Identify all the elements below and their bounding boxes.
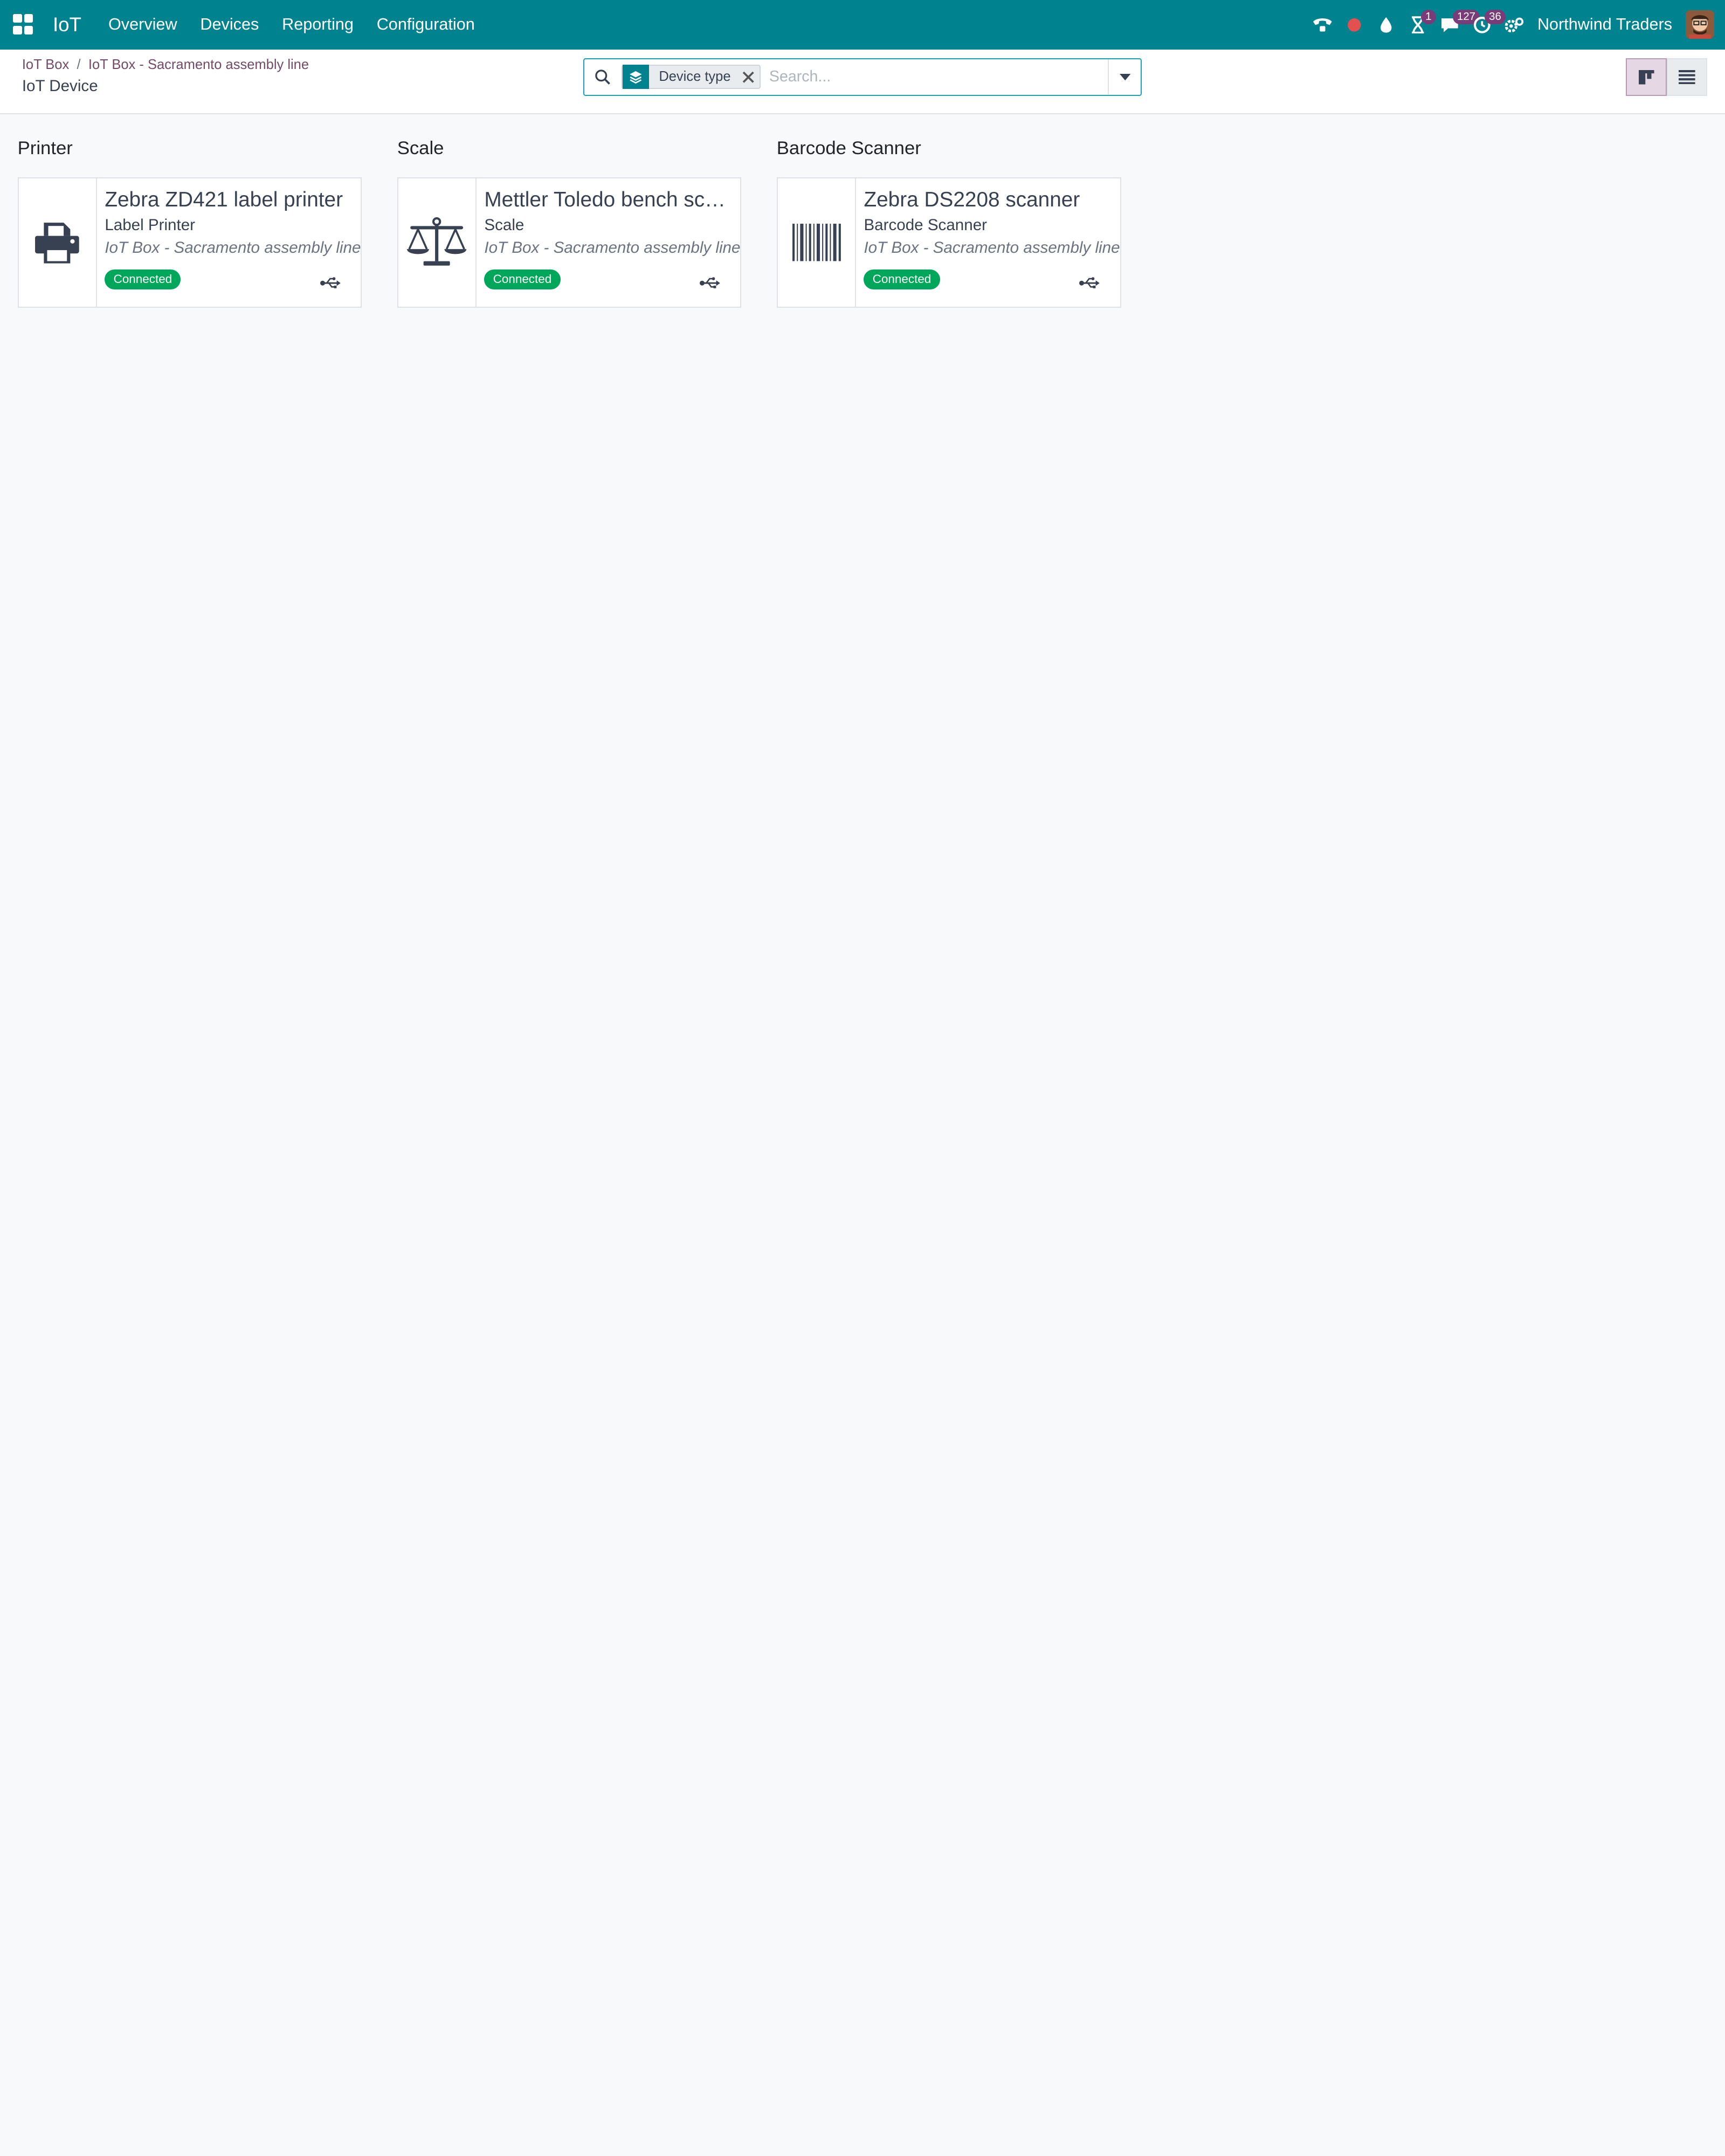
kanban-group-printer: Printer Zebra ZD421 label printer Label …	[17, 114, 362, 308]
device-name: Mettler Toledo bench scale	[484, 188, 729, 211]
voip-phone-icon[interactable]	[1306, 0, 1338, 50]
facet-label: Device type	[659, 69, 731, 85]
recording-dot-icon[interactable]	[1338, 0, 1370, 50]
device-card[interactable]: Zebra ZD421 label printer Label Printer …	[17, 177, 362, 308]
device-name: Zebra DS2208 scanner	[864, 188, 1080, 211]
device-image	[19, 178, 98, 307]
search-facet-device-type: Device type	[621, 65, 761, 89]
breadcrumb-iot-box[interactable]: IoT Box	[22, 57, 69, 73]
list-view-button[interactable]	[1666, 58, 1708, 96]
printer-icon	[35, 223, 80, 264]
usb-icon	[1079, 273, 1100, 293]
device-type: Label Printer	[105, 216, 196, 234]
kanban-view: Printer Zebra ZD421 label printer Label …	[17, 114, 1156, 308]
device-card[interactable]: Zebra DS2208 scanner Barcode Scanner IoT…	[776, 177, 1121, 308]
caret-down-icon	[1119, 73, 1130, 80]
menu-item-devices[interactable]: Devices	[189, 0, 271, 50]
status-badge: Connected	[484, 269, 561, 289]
timer-icon[interactable]: 36	[1466, 0, 1506, 50]
breadcrumb: IoT Box / IoT Box - Sacramento assembly …	[22, 57, 309, 73]
device-card[interactable]: Mettler Toledo bench scale Scale IoT Box…	[397, 177, 742, 308]
app-brand[interactable]: IoT	[53, 13, 81, 36]
usb-icon	[320, 273, 341, 293]
apps-menu-icon[interactable]	[13, 13, 35, 36]
device-image	[778, 178, 857, 307]
barcode-icon	[792, 224, 841, 261]
systray: 1 127 36 Northwind Traders	[1306, 0, 1714, 50]
top-navbar: IoT Overview Devices Reporting Configura…	[0, 0, 1725, 50]
scale-icon	[407, 217, 467, 266]
device-image	[398, 178, 477, 307]
device-type: Barcode Scanner	[864, 216, 987, 234]
menu-item-configuration[interactable]: Configuration	[365, 0, 486, 50]
device-iot-box: IoT Box - Sacramento assembly line	[864, 239, 1120, 257]
device-iot-box: IoT Box - Sacramento assembly line	[484, 239, 741, 257]
device-type: Scale	[484, 216, 525, 234]
control-panel: IoT Box / IoT Box - Sacramento assembly …	[0, 49, 1725, 115]
settings-gears-icon[interactable]	[1498, 0, 1530, 50]
app-root: IoT Overview Devices Reporting Configura…	[0, 0, 1725, 1078]
kanban-group-scale: Scale Mettler Toledo bench scale Scale I…	[397, 114, 742, 308]
status-badge: Connected	[105, 269, 181, 289]
user-avatar[interactable]	[1685, 10, 1714, 39]
kanban-group-barcode-scanner: Barcode Scanner Zebra DS2208 scanner Bar…	[776, 114, 1121, 308]
search-icon[interactable]	[584, 59, 622, 94]
search-input[interactable]	[760, 60, 1108, 94]
menu-item-reporting[interactable]: Reporting	[271, 0, 365, 50]
drop-icon[interactable]	[1370, 0, 1402, 50]
status-badge: Connected	[864, 269, 940, 289]
view-switcher	[1626, 58, 1708, 96]
menu-item-overview[interactable]: Overview	[97, 0, 189, 50]
group-title: Printer	[17, 138, 73, 159]
kanban-icon	[1638, 70, 1654, 85]
device-iot-box: IoT Box - Sacramento assembly line	[105, 239, 361, 257]
group-title: Barcode Scanner	[776, 138, 921, 159]
kanban-view-button[interactable]	[1626, 58, 1667, 96]
device-name: Zebra ZD421 label printer	[105, 188, 343, 211]
group-title: Scale	[397, 138, 444, 159]
remove-facet-close-icon[interactable]	[737, 66, 760, 88]
list-icon	[1679, 70, 1695, 85]
breadcrumb-separator: /	[77, 57, 81, 73]
breadcrumb-iot-box-sacramento[interactable]: IoT Box - Sacramento assembly line	[88, 57, 309, 73]
activity-hourglass-icon[interactable]: 1	[1402, 0, 1437, 50]
main-menu: Overview Devices Reporting Configuration	[97, 0, 487, 50]
group-by-layers-icon	[622, 65, 649, 89]
usb-icon	[699, 273, 721, 293]
company-switcher[interactable]: Northwind Traders	[1537, 15, 1672, 34]
messages-icon[interactable]: 127	[1434, 0, 1480, 50]
search-options-toggle[interactable]	[1108, 59, 1141, 95]
search-bar: Device type	[583, 58, 1142, 96]
page-title: IoT Device	[22, 77, 98, 95]
